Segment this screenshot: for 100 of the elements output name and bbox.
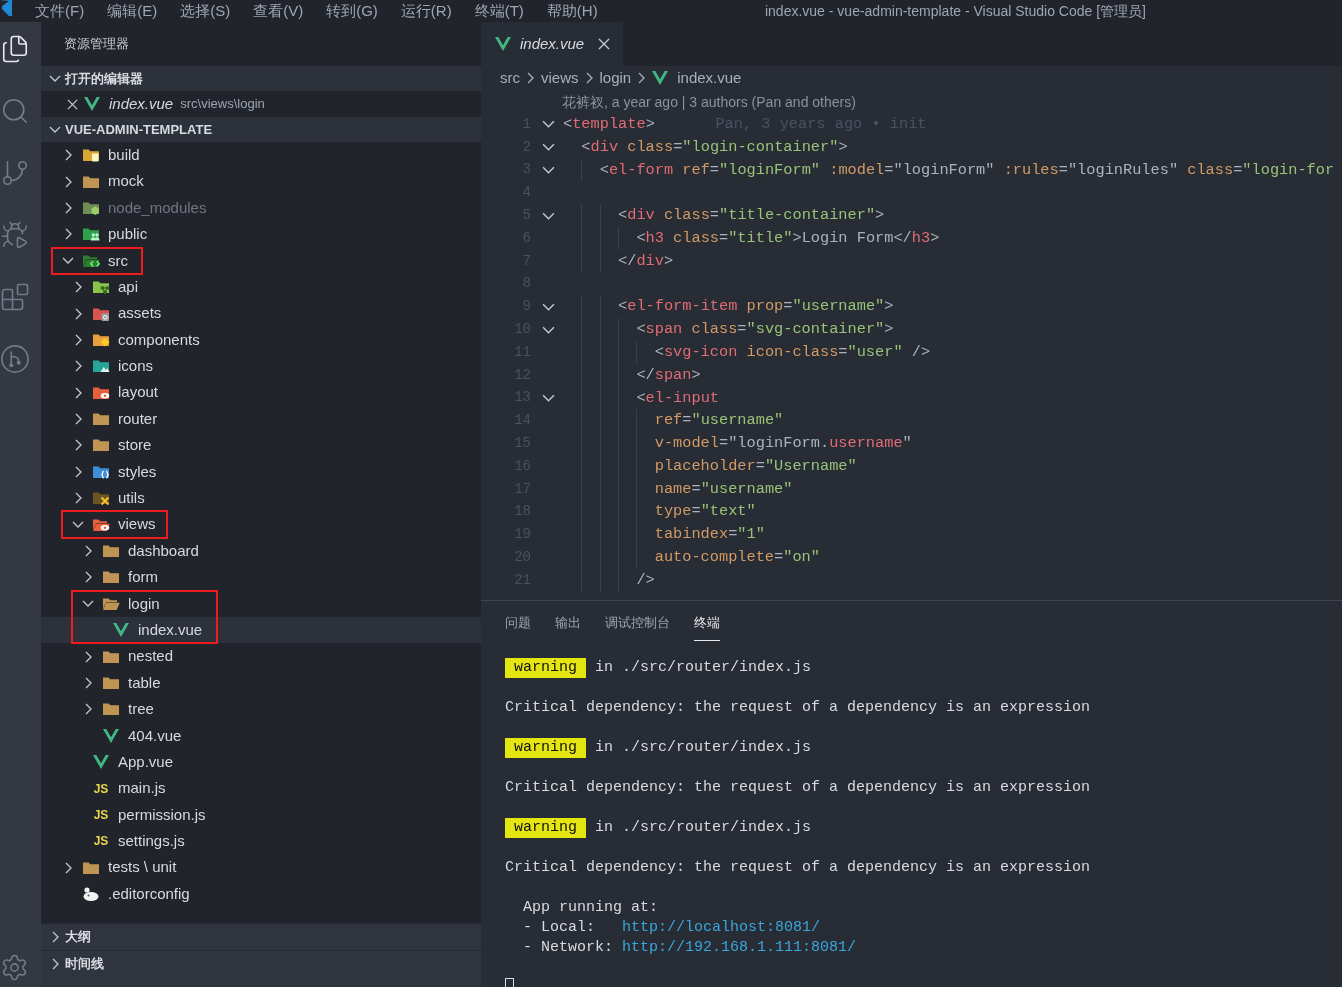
chevron-right-icon — [527, 72, 534, 84]
code-line: auto-complete="on" — [563, 546, 820, 569]
tree-item[interactable]: JS permission.js — [41, 801, 481, 829]
tools-folder-icon — [92, 490, 110, 507]
tree-item[interactable]: mock — [41, 168, 481, 195]
tree-item[interactable]: build — [41, 142, 481, 169]
code-line: v-model="loginForm.username" — [563, 432, 912, 455]
terminal-text: - Local: — [523, 918, 596, 938]
menu-item[interactable]: 运行(R) — [400, 0, 452, 22]
warning-badge: warning — [505, 658, 586, 678]
file-type-label: JS — [93, 782, 109, 795]
settings-icon[interactable] — [0, 953, 29, 982]
tree-item[interactable]: dashboard — [41, 537, 481, 565]
tree-item[interactable]: index.vue — [41, 617, 481, 644]
folder-icon — [102, 569, 120, 586]
chevron-right-icon — [585, 72, 593, 84]
tree-item[interactable]: components — [41, 326, 481, 354]
tree-item[interactable]: router — [41, 405, 481, 433]
section-header[interactable]: VUE-ADMIN-TEMPLATE — [41, 117, 481, 142]
people-folder-icon — [82, 226, 100, 243]
code-line: tabindex="1" — [563, 523, 765, 547]
play-bug-icon[interactable] — [0, 220, 30, 250]
menu-item[interactable]: 帮助(H) — [546, 0, 598, 22]
code-line: </span> — [563, 363, 701, 387]
tree-item[interactable]: icons — [41, 353, 481, 380]
code-line: <span class="svg-container"> — [563, 318, 894, 341]
menu-item[interactable]: 终端(T) — [474, 0, 524, 22]
code-line: <template> — [563, 113, 655, 135]
terminal-cursor-icon — [505, 978, 514, 987]
tree-item[interactable]: nested — [41, 643, 481, 670]
open-editor-item[interactable]: index.vue src\views\login — [41, 91, 481, 117]
menu-item[interactable]: 查看(V) — [253, 0, 304, 22]
section-header[interactable]: 时间线 — [41, 950, 481, 977]
tree-item[interactable]: src — [41, 247, 481, 274]
tree-item[interactable]: store — [41, 432, 481, 459]
tree-item[interactable]: tree — [41, 696, 481, 723]
close-icon[interactable] — [598, 38, 611, 50]
tree-item[interactable]: tests \ unit — [41, 854, 481, 881]
breadcrumb-item[interactable]: login — [599, 66, 632, 90]
tree-item[interactable]: form — [41, 564, 481, 591]
breadcrumb-item[interactable]: index.vue — [652, 66, 742, 90]
terminal-text: in ./src/router/index.js — [595, 738, 812, 758]
terminal-link[interactable]: http://localhost:8081/ — [622, 918, 821, 938]
code-line: /> — [563, 568, 655, 592]
terminal-text: Critical dependency: the request of a dependency is an expression — [505, 859, 1091, 876]
panel-tab[interactable]: 调试控制台 — [605, 614, 670, 641]
tree-item[interactable]: public — [41, 221, 481, 248]
section-header[interactable]: 打开的编辑器 — [41, 66, 481, 91]
terminal-text: in ./src/router/index.js — [595, 658, 812, 678]
code-line: placeholder="Username" — [563, 454, 857, 478]
panel-tab[interactable]: 终端 — [694, 614, 720, 641]
search-icon[interactable] — [0, 96, 30, 126]
tree-item[interactable]: api — [41, 273, 481, 301]
terminal-text: App running at: — [523, 899, 659, 916]
tree-item[interactable]: login — [41, 590, 481, 618]
tree-item[interactable]: views — [41, 511, 481, 538]
v-logo-icon — [103, 728, 119, 743]
mouse-icon — [82, 886, 100, 903]
breadcrumb-item[interactable]: src — [500, 66, 520, 90]
menu-item[interactable]: 文件(F) — [35, 0, 85, 22]
tree-item[interactable]: utils — [41, 485, 481, 512]
code-line: name="username" — [563, 477, 793, 501]
folder-icon — [102, 543, 120, 560]
terminal-link[interactable]: http://192.168.1.111:8081/ — [622, 938, 857, 958]
tree-item[interactable]: 404.vue — [41, 722, 481, 749]
blocks-icon[interactable] — [0, 282, 30, 312]
menu-item[interactable]: 编辑(E) — [107, 0, 158, 22]
branch-icon[interactable] — [0, 158, 30, 188]
app-logo-icon — [0, 0, 12, 16]
code-line: <el-input — [563, 386, 719, 410]
image-folder-icon — [92, 358, 110, 375]
network-folder-icon — [92, 279, 110, 296]
tree-item[interactable]: layout — [41, 379, 481, 406]
panel-tab[interactable]: 问题 — [505, 614, 531, 641]
breadcrumb-item[interactable]: views — [541, 66, 579, 90]
tree-item[interactable]: table — [41, 669, 481, 697]
folder-icon — [92, 437, 110, 454]
tree-item[interactable]: JS main.js — [41, 775, 481, 802]
tree-item[interactable]: assets — [41, 300, 481, 327]
files-icon[interactable] — [0, 34, 30, 64]
tree-item[interactable]: App.vue — [41, 749, 481, 776]
code-line: <el-form-item prop="username"> — [563, 295, 894, 319]
tree-item[interactable]: styles — [41, 458, 481, 486]
close-icon[interactable] — [67, 98, 78, 110]
document-folder-icon — [82, 147, 100, 164]
section-header[interactable]: 大纲 — [41, 923, 481, 950]
terminal-text: Critical dependency: the request of a dependency is an expression — [505, 779, 1091, 796]
code-line: </div> — [563, 249, 674, 273]
tree-item[interactable]: .editorconfig — [41, 880, 481, 908]
blame-codelens[interactable]: 花裤衩, a year ago | 3 authors (Pan and others) — [562, 92, 856, 113]
chevron-right-icon — [638, 72, 646, 84]
editor-tab[interactable]: index.vue — [481, 22, 623, 66]
tree-item[interactable]: JS settings.js — [41, 828, 481, 855]
circle-branch-icon[interactable] — [0, 344, 30, 374]
menu-item[interactable]: 选择(S) — [180, 0, 231, 22]
menu-item[interactable]: 转到(G) — [326, 0, 378, 22]
panel-tab[interactable]: 输出 — [555, 614, 581, 641]
window-title: index.vue - vue-admin-template - Visual Studio Code [管理员] — [764, 1, 1146, 21]
folder-icon — [102, 675, 120, 691]
code-line: <svg-icon icon-class="user" /> — [563, 340, 931, 364]
